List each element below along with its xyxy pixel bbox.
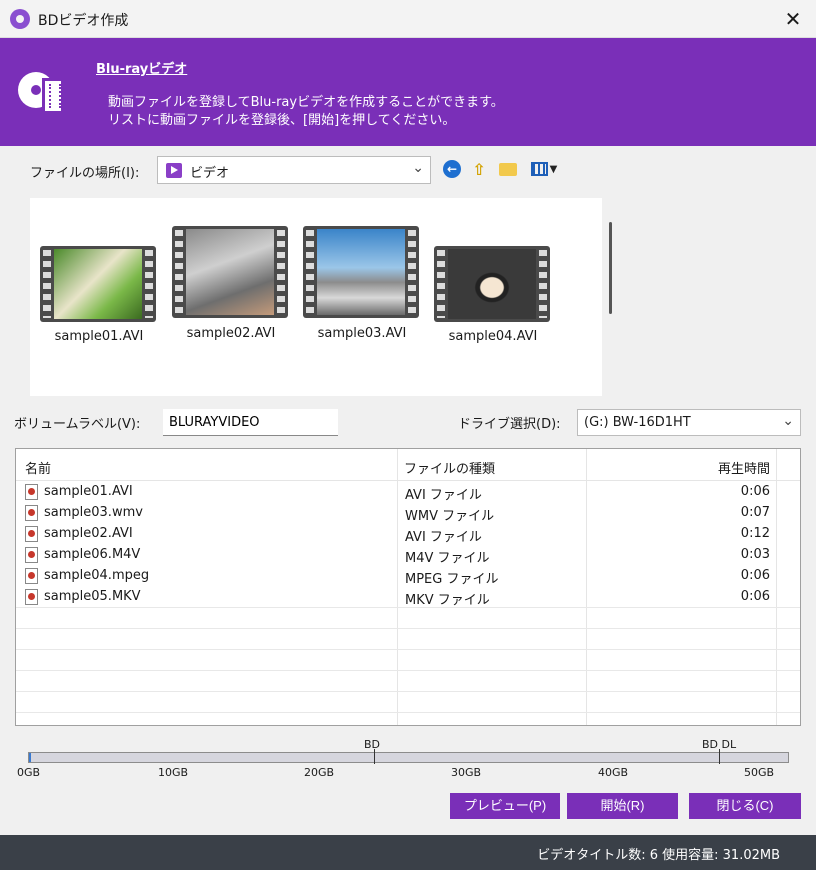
view-menu-button[interactable]: ▼ [527,158,561,180]
capacity-tick-label: 30GB [451,766,482,779]
video-file-icon [25,505,38,521]
video-file-icon [25,547,38,563]
file-location-value: ビデオ [190,166,230,181]
row-type: AVI ファイル [405,530,482,545]
header-banner: Blu-rayビデオ 動画ファイルを登録してBlu-rayビデオを作成することが… [0,38,816,146]
title-bar: BDビデオ作成 ✕ [0,0,816,38]
column-header-duration[interactable]: 再生時間 [718,458,770,477]
row-type: WMV ファイル [405,509,495,524]
table-row[interactable]: sample01.AVI AVI ファイル 0:06 [16,481,800,503]
banner-heading: Blu-rayビデオ [96,62,188,77]
thumbnail-item[interactable]: sample01.AVI [40,246,158,344]
preview-button[interactable]: プレビュー(P) [450,793,560,819]
row-duration: 0:07 [740,505,770,520]
row-duration: 0:06 [740,589,770,604]
capacity-tick-label: 40GB [598,766,629,779]
thumbnail-label: sample01.AVI [54,329,144,344]
row-duration: 0:06 [740,568,770,583]
thumbnail-label: sample03.AVI [317,326,407,341]
close-button[interactable]: 閉じる(C) [689,793,801,819]
table-row[interactable]: sample04.mpeg MPEG ファイル 0:06 [16,565,800,587]
table-row[interactable]: sample06.M4V M4V ファイル 0:03 [16,544,800,566]
film-thumbnail-icon [303,226,419,318]
row-type: M4V ファイル [405,551,490,566]
thumbnail-label: sample04.AVI [448,329,538,344]
video-folder-icon [166,163,182,178]
thumbnail-item[interactable]: sample02.AVI [172,226,290,341]
view-grid-icon [530,162,548,176]
film-thumbnail-icon [434,246,550,322]
capacity-mark-bddl [719,749,720,764]
start-button[interactable]: 開始(R) [567,793,678,819]
volume-label-input[interactable] [163,409,338,436]
capacity-used-fill [29,753,31,762]
chevron-down-icon: ⌄ [782,413,794,429]
file-list-table[interactable]: 名前 ファイルの種類 再生時間 sample01.AVI AVI ファイル 0:… [15,448,801,726]
status-text: ビデオタイトル数: 6 使用容量: 31.02MB [537,848,780,863]
row-name: sample03.wmv [44,505,143,520]
video-file-icon [25,589,38,605]
dropdown-arrow-icon: ▼ [549,163,558,175]
file-location-dropdown[interactable]: ビデオ ⌄ [157,156,431,184]
table-row[interactable]: sample05.MKV MKV ファイル 0:06 [16,586,800,608]
row-name: sample06.M4V [44,547,141,562]
back-arrow-icon: ← [443,160,461,178]
banner-description-line2: リストに動画ファイルを登録後、[開始]を押してください。 [108,113,456,128]
back-button[interactable]: ← [441,158,463,180]
row-type: MKV ファイル [405,593,490,608]
row-name: sample04.mpeg [44,568,150,583]
drive-select-dropdown[interactable]: (G:) BW-16D1HT ⌄ [577,409,801,436]
row-duration: 0:06 [740,484,770,499]
banner-description-line1: 動画ファイルを登録してBlu-rayビデオを作成することができます。 [108,95,504,110]
chevron-down-icon: ⌄ [412,160,424,176]
window-title: BDビデオ作成 [38,13,129,29]
browser-scrollbar[interactable] [609,222,612,314]
row-type: MPEG ファイル [405,572,499,587]
new-folder-icon [499,162,517,176]
close-icon[interactable]: ✕ [770,0,816,38]
column-header-type[interactable]: ファイルの種類 [404,458,495,477]
table-row[interactable]: sample02.AVI AVI ファイル 0:12 [16,523,800,545]
app-disc-icon [10,9,30,29]
video-file-icon [25,484,38,500]
row-duration: 0:03 [740,547,770,562]
video-file-icon [25,526,38,542]
drive-select-caption: ドライブ選択(D): [458,417,561,432]
table-row[interactable]: sample03.wmv WMV ファイル 0:07 [16,502,800,524]
capacity-tick-label: 20GB [304,766,335,779]
file-browser-pane[interactable]: sample01.AVI sample02.AVI sample03.AVI s… [30,198,602,396]
capacity-tick-label: 50GB [744,766,775,779]
film-thumbnail-icon [172,226,288,318]
table-header: 名前 ファイルの種類 再生時間 [16,449,800,481]
row-name: sample05.MKV [44,589,141,604]
file-location-label: ファイルの場所(I): [30,166,140,181]
capacity-mark-bd [374,749,375,764]
bluray-video-logo-icon [18,68,68,118]
row-name: sample01.AVI [44,484,133,499]
capacity-tick-label: 10GB [158,766,189,779]
new-folder-button[interactable] [497,158,519,180]
row-type: AVI ファイル [405,488,482,503]
volume-label-caption: ボリュームラベル(V): [14,417,141,432]
status-bar: ビデオタイトル数: 6 使用容量: 31.02MB [0,835,816,870]
film-thumbnail-icon [40,246,156,322]
capacity-tick-label: 0GB [17,766,41,779]
up-arrow-icon: ⇧ [472,159,486,179]
column-header-name[interactable]: 名前 [25,458,51,477]
row-duration: 0:12 [740,526,770,541]
row-name: sample02.AVI [44,526,133,541]
drive-select-value: (G:) BW-16D1HT [584,415,691,430]
video-file-icon [25,568,38,584]
capacity-bar [28,749,789,764]
thumbnail-item[interactable]: sample04.AVI [434,246,552,344]
capacity-mark-bd-label: BD [364,738,381,751]
thumbnail-label: sample02.AVI [186,326,276,341]
up-folder-button[interactable]: ⇧ [468,158,490,180]
thumbnail-item[interactable]: sample03.AVI [303,226,421,341]
